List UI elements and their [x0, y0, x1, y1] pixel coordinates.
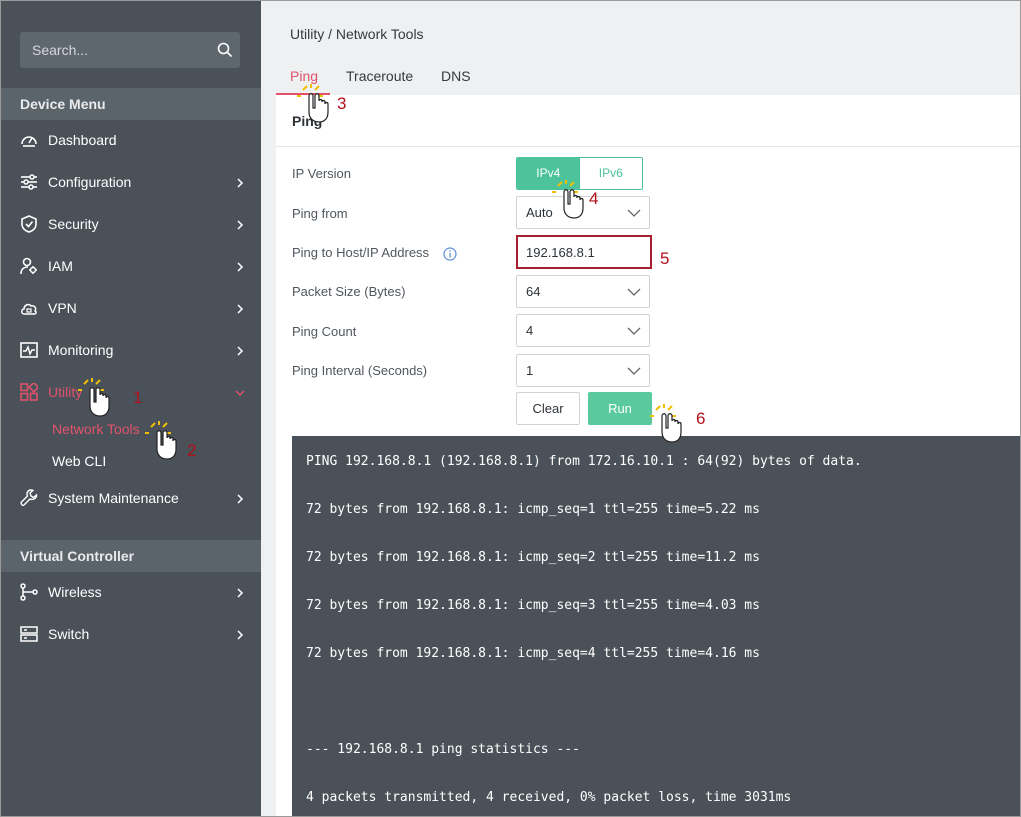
window-frame	[0, 0, 1021, 817]
